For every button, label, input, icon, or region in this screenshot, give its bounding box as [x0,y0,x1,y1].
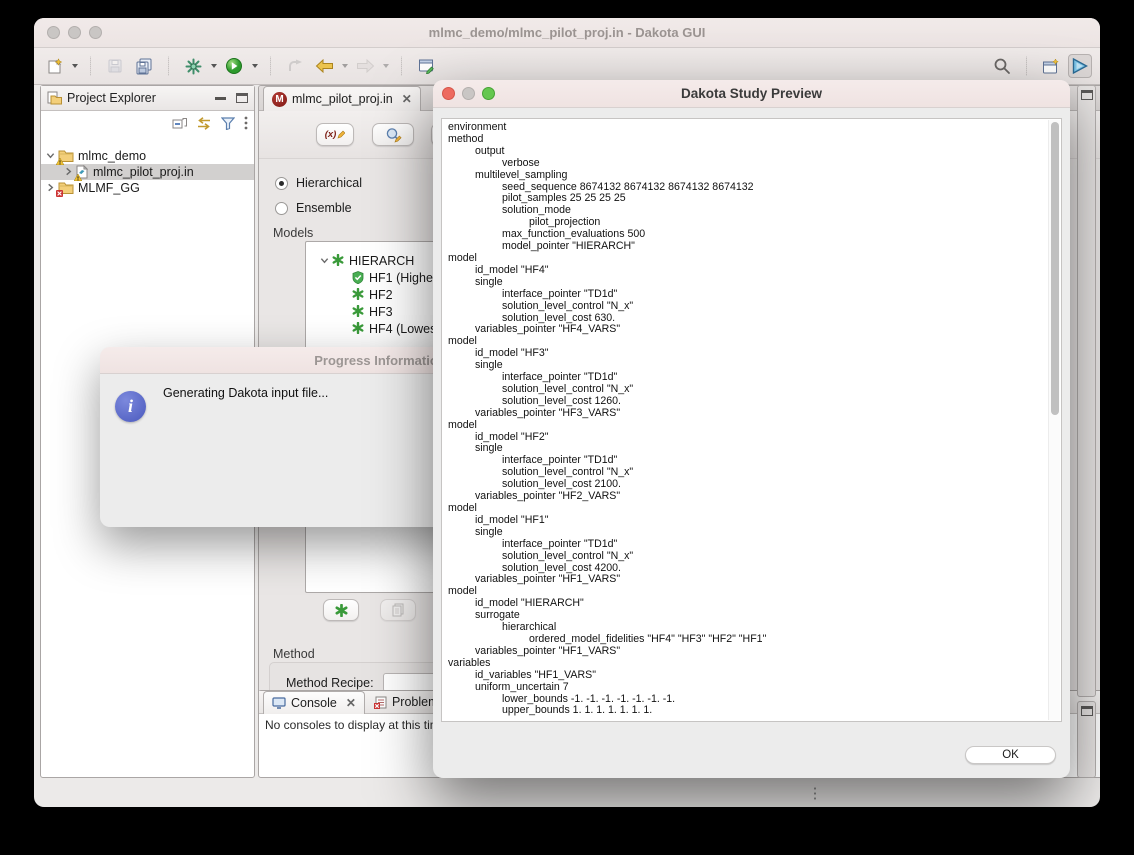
method-recipe-label: Method Recipe: [286,676,374,690]
radio-hierarchical[interactable]: Hierarchical [275,176,362,190]
right-view-stack-bottom [1077,701,1096,778]
save-all-button[interactable] [132,54,156,78]
new-wizard-dropdown-icon[interactable] [72,64,78,68]
open-perspective-button[interactable] [1039,54,1063,78]
maximize-view-icon[interactable] [236,93,248,103]
debug-dropdown-icon[interactable] [211,64,217,68]
project-tree-item[interactable]: mlmc_demo [41,148,254,164]
forward-dropdown-icon[interactable] [383,64,389,68]
inspect-button[interactable] [372,123,414,146]
dakota-file-icon: M [272,92,287,107]
radio-hierarchical-control[interactable] [275,177,288,190]
back-dropdown-icon[interactable] [342,64,348,68]
ok-button[interactable]: OK [965,746,1056,764]
radio-ensemble-control[interactable] [275,202,288,215]
run-dropdown-icon[interactable] [252,64,258,68]
pre-processing-button[interactable]: (x) [316,123,354,146]
chevron-right-icon[interactable] [64,167,74,177]
close-icon[interactable] [47,26,60,39]
maximize-right-bottom-icon[interactable] [1081,706,1093,716]
chevron-down-icon[interactable] [46,151,56,161]
project-explorer-icon [47,91,63,105]
dialog-zoom-icon[interactable] [482,87,495,100]
copy-model-button[interactable] [380,599,416,621]
tab-console[interactable]: Console ✕ [263,691,365,714]
dakota-input-text: environment method output verbose multil… [442,119,1061,717]
radio-ensemble[interactable]: Ensemble [275,201,352,215]
dialog-minimize-icon[interactable] [462,87,475,100]
preview-scrollbar[interactable] [1048,120,1060,720]
right-view-stack-top [1077,85,1096,697]
dialog-close-icon[interactable] [442,87,455,100]
project-explorer-header[interactable]: Project Explorer [41,86,254,111]
models-label: Models [273,226,313,240]
view-menu-icon[interactable] [244,116,248,130]
project-explorer-title: Project Explorer [67,91,156,105]
chevron-down-icon[interactable] [320,256,330,266]
back-button[interactable] [312,54,336,78]
filter-icon[interactable] [221,117,235,130]
info-icon: i [115,391,146,422]
statusbar-drag-handle[interactable] [814,786,816,800]
maximize-icon[interactable] [89,26,102,39]
new-editor-window-button[interactable] [414,54,438,78]
new-wizard-button[interactable] [42,54,66,78]
minimize-icon[interactable] [68,26,81,39]
preview-text-area[interactable]: environment method output verbose multil… [441,118,1062,722]
preview-dialog-title: Dakota Study Preview [433,86,1070,101]
project-tree-item[interactable]: mlmc_pilot_proj.in [41,164,254,180]
debug-button[interactable] [181,54,205,78]
minimize-view-icon[interactable] [215,97,226,100]
chevron-right-icon[interactable] [46,183,56,193]
maximize-right-top-icon[interactable] [1081,90,1093,100]
status-bar [34,780,1100,807]
project-tree-item[interactable]: MLMF_GG [41,180,254,196]
save-button[interactable] [103,54,127,78]
editor-tab[interactable]: M mlmc_pilot_proj.in ✕ [263,86,421,111]
project-tree: mlmc_demomlmc_pilot_proj.inMLMF_GG [41,148,254,196]
search-icon[interactable] [990,54,1014,78]
preview-dialog-titlebar: Dakota Study Preview [433,80,1070,108]
preview-scrollbar-thumb[interactable] [1051,122,1059,415]
close-tab-icon[interactable]: ✕ [402,92,412,106]
preview-dialog: Dakota Study Preview environment method … [433,80,1070,778]
collapse-all-icon[interactable] [172,117,187,130]
editor-tab-label: mlmc_pilot_proj.in [292,92,393,106]
traffic-lights [47,26,110,44]
progress-message: Generating Dakota input file... [163,386,328,400]
last-edit-location-button[interactable] [283,54,307,78]
close-console-icon[interactable]: ✕ [346,696,356,710]
dakota-perspective-button[interactable] [1068,54,1092,78]
run-button[interactable] [222,54,246,78]
forward-button[interactable] [353,54,377,78]
window-titlebar: mlmc_demo/mlmc_pilot_proj.in - Dakota GU… [34,18,1100,48]
method-label: Method [273,647,315,661]
add-model-button[interactable] [323,599,359,621]
link-with-editor-icon[interactable] [196,117,212,130]
window-title: mlmc_demo/mlmc_pilot_proj.in - Dakota GU… [34,18,1100,48]
